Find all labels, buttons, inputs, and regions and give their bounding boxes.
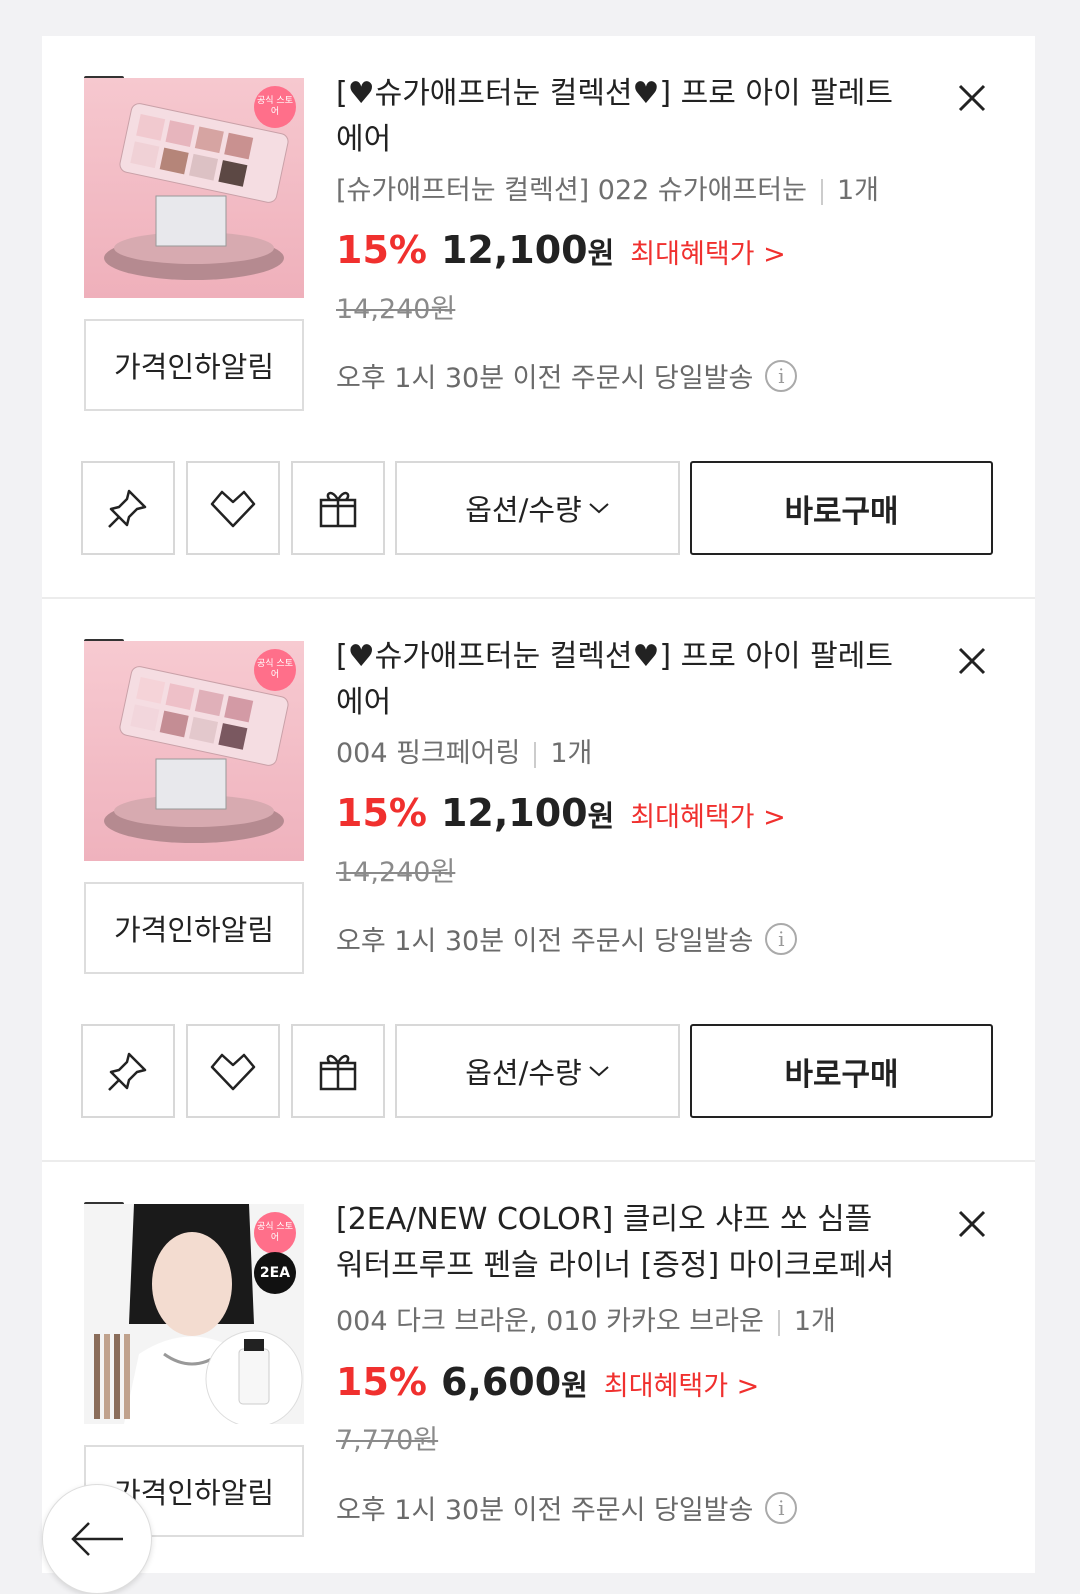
shipping-note: 오후 1시 30분 이전 주문시 당일발송 i [336,1488,798,1527]
product-image[interactable]: 공식 스토어 [84,641,304,861]
close-icon [958,84,986,112]
back-button[interactable] [42,1484,152,1594]
price-drop-alert-button[interactable]: 가격인하알림 [84,882,304,974]
discount-rate: 15% [336,791,427,835]
chevron-down-icon [589,503,609,514]
selected-option: 004 핑크페어링 1개 [336,738,593,769]
quantity-badge: 2EA [254,1252,296,1294]
max-benefit-link[interactable]: 최대혜택가 > [604,1364,759,1403]
product-image[interactable]: 공식 스토어 2EA [84,1204,304,1424]
pin-button[interactable] [81,461,175,555]
price-row: 15% 12,100 원 최대혜택가 > [336,228,786,272]
pin-button[interactable] [81,1024,175,1118]
wishlist-button[interactable] [186,461,280,555]
max-benefit-link[interactable]: 최대혜택가 > [630,232,785,271]
price-row: 15% 6,600 원 최대혜택가 > [336,1360,760,1404]
gift-icon [319,1054,357,1091]
gift-button[interactable] [291,1024,385,1118]
sale-price: 6,600 [440,1360,562,1404]
gift-icon [319,491,357,528]
pin-icon [108,1052,147,1091]
discount-rate: 15% [336,1360,427,1404]
price-row: 15% 12,100 원 최대혜택가 > [336,791,786,835]
close-icon [958,647,986,675]
buy-now-button[interactable]: 바로구매 [690,1024,993,1118]
option-quantity-button[interactable]: 옵션/수량 [395,1024,680,1118]
cart-item-card: 공식 스토어 2EA 가격인하알림 [2EA/NEW COLOR] 클리오 샤프… [42,1162,1035,1573]
product-title[interactable]: [2EA/NEW COLOR] 클리오 샤프 쏘 심플 워터프루프 펜슬 라이너… [336,1197,916,1289]
max-benefit-link[interactable]: 최대혜택가 > [630,795,785,834]
original-price: 14,240원 [336,294,456,325]
original-price: 14,240원 [336,857,456,888]
cart-item-card: 공식 스토어 가격인하알림 [♥슈가애프터눈 컬렉션♥] 프로 아이 팔레트 에… [42,599,1035,1160]
cart-item-card: 공식 스토어 가격인하알림 [♥슈가애프터눈 컬렉션♥] 프로 아이 팔레트 에… [42,36,1035,597]
official-store-badge: 공식 스토어 [254,86,296,128]
close-icon [958,1210,986,1238]
sale-price: 12,100 [440,228,588,272]
product-title[interactable]: [♥슈가애프터눈 컬렉션♥] 프로 아이 팔레트 에어 [336,634,916,726]
pin-icon [108,489,147,528]
heart-icon [210,490,256,528]
shipping-note: 오후 1시 30분 이전 주문시 당일발송 i [336,356,798,395]
buy-now-button[interactable]: 바로구매 [690,461,993,555]
info-icon[interactable]: i [765,922,798,955]
official-store-badge: 공식 스토어 [254,649,296,691]
remove-item-button[interactable] [954,643,990,679]
discount-rate: 15% [336,228,427,272]
info-icon[interactable]: i [765,1491,798,1524]
product-title[interactable]: [♥슈가애프터눈 컬렉션♥] 프로 아이 팔레트 에어 [336,71,916,163]
option-quantity-button[interactable]: 옵션/수량 [395,461,680,555]
remove-item-button[interactable] [954,1206,990,1242]
heart-icon [210,1053,256,1091]
sale-price: 12,100 [440,791,588,835]
shipping-note: 오후 1시 30분 이전 주문시 당일발송 i [336,919,798,958]
price-drop-alert-button[interactable]: 가격인하알림 [84,319,304,411]
product-image[interactable]: 공식 스토어 [84,78,304,298]
back-arrow-icon [71,1522,123,1556]
chevron-down-icon [589,1066,609,1077]
remove-item-button[interactable] [954,80,990,116]
wishlist-button[interactable] [186,1024,280,1118]
info-icon[interactable]: i [765,359,798,392]
selected-option: 004 다크 브라운, 010 카카오 브라운 1개 [336,1306,836,1337]
official-store-badge: 공식 스토어 [254,1212,296,1254]
gift-button[interactable] [291,461,385,555]
selected-option: [슈가애프터눈 컬렉션] 022 슈가애프터눈 1개 [336,175,879,206]
original-price: 7,770원 [336,1425,439,1456]
